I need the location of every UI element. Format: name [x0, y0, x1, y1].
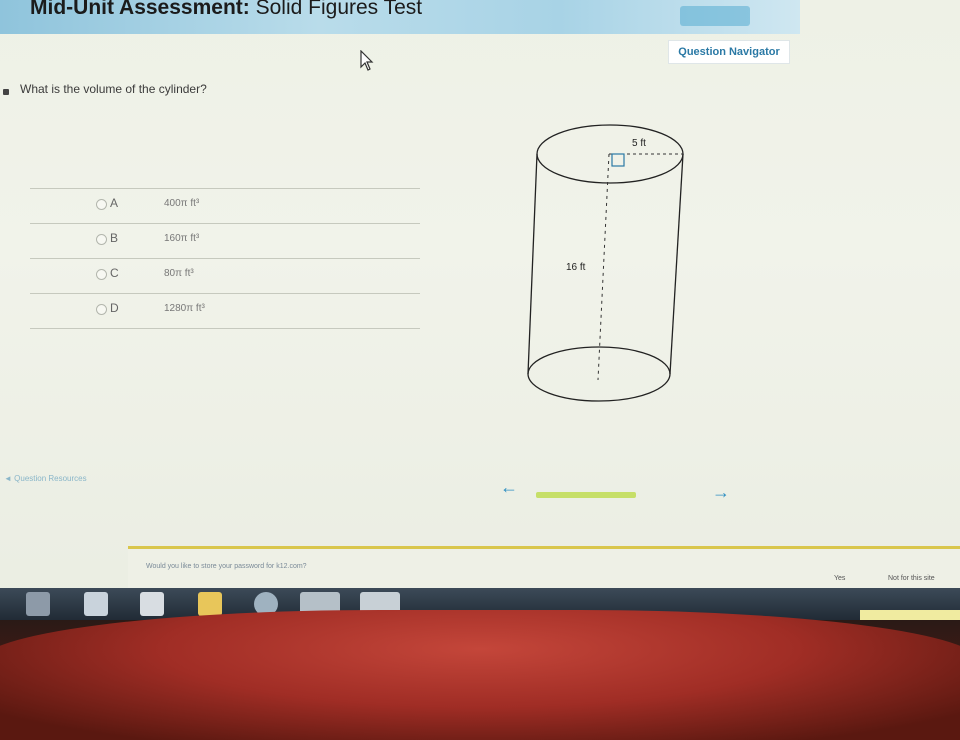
- finger-obstruction: [0, 610, 960, 740]
- question-resources-link[interactable]: ◄ Question Resources: [4, 474, 87, 483]
- radius-label: 5 ft: [632, 138, 646, 149]
- next-arrow-icon[interactable]: →: [712, 482, 730, 503]
- taskbar-app-icon[interactable]: [198, 592, 222, 616]
- choice-value: 160π ft³: [164, 233, 200, 244]
- radio-button[interactable]: [96, 199, 107, 210]
- answer-choices: A 400π ft³ B 160π ft³ C 80π ft³ D 1280π …: [30, 188, 420, 329]
- choice-value: 80π ft³: [164, 268, 194, 279]
- choice-letter: D: [110, 301, 119, 315]
- cylinder-left-side: [527, 153, 538, 375]
- password-notification-bar: Would you like to store your password fo…: [128, 546, 960, 591]
- question-text: What is the volume of the cylinder?: [20, 82, 207, 96]
- height-label: 16 ft: [566, 262, 586, 273]
- choice-c[interactable]: C 80π ft³: [30, 258, 420, 293]
- right-angle-marker: [611, 153, 625, 167]
- choice-value: 1280π ft³: [164, 303, 205, 314]
- choice-letter: B: [110, 231, 119, 245]
- notification-text: Would you like to store your password fo…: [146, 563, 307, 570]
- notification-no-button[interactable]: Not for this site: [888, 575, 935, 582]
- choice-value: 400π ft³: [164, 198, 200, 209]
- progress-bar: [536, 492, 636, 498]
- cylinder-figure: 5 ft 16 ft: [527, 124, 684, 402]
- browser-page: Mid-Unit Assessment: Solid Figures Test …: [0, 0, 960, 620]
- cylinder-bottom: [527, 346, 671, 402]
- assessment-header: Mid-Unit Assessment: Solid Figures Test: [0, 0, 800, 34]
- taskbar-app-icon[interactable]: [26, 592, 50, 616]
- choice-a[interactable]: A 400π ft³: [30, 188, 420, 223]
- question-navigator-button[interactable]: Question Navigator: [668, 40, 790, 64]
- previous-arrow-icon[interactable]: ←: [500, 477, 518, 498]
- choice-letter: C: [110, 266, 119, 280]
- taskbar-app-icon[interactable]: [140, 592, 164, 616]
- height-dashed-line: [597, 153, 610, 381]
- radio-button[interactable]: [96, 269, 107, 280]
- notification-yes-button[interactable]: Yes: [834, 575, 845, 582]
- choice-letter: A: [110, 196, 119, 210]
- cylinder-right-side: [669, 153, 684, 375]
- choice-d[interactable]: D 1280π ft³: [30, 293, 420, 329]
- mouse-cursor-icon: [360, 50, 374, 71]
- header-decoration: [680, 6, 750, 26]
- radio-button[interactable]: [96, 304, 107, 315]
- question-bullet: [3, 89, 9, 95]
- taskbar-app-icon[interactable]: [84, 592, 108, 616]
- choice-b[interactable]: B 160π ft³: [30, 223, 420, 258]
- radio-button[interactable]: [96, 234, 107, 245]
- title-rest: Solid Figures Test: [255, 0, 423, 19]
- page-title: Mid-Unit Assessment: Solid Figures Test: [30, 0, 422, 20]
- title-bold: Mid-Unit Assessment:: [30, 0, 250, 19]
